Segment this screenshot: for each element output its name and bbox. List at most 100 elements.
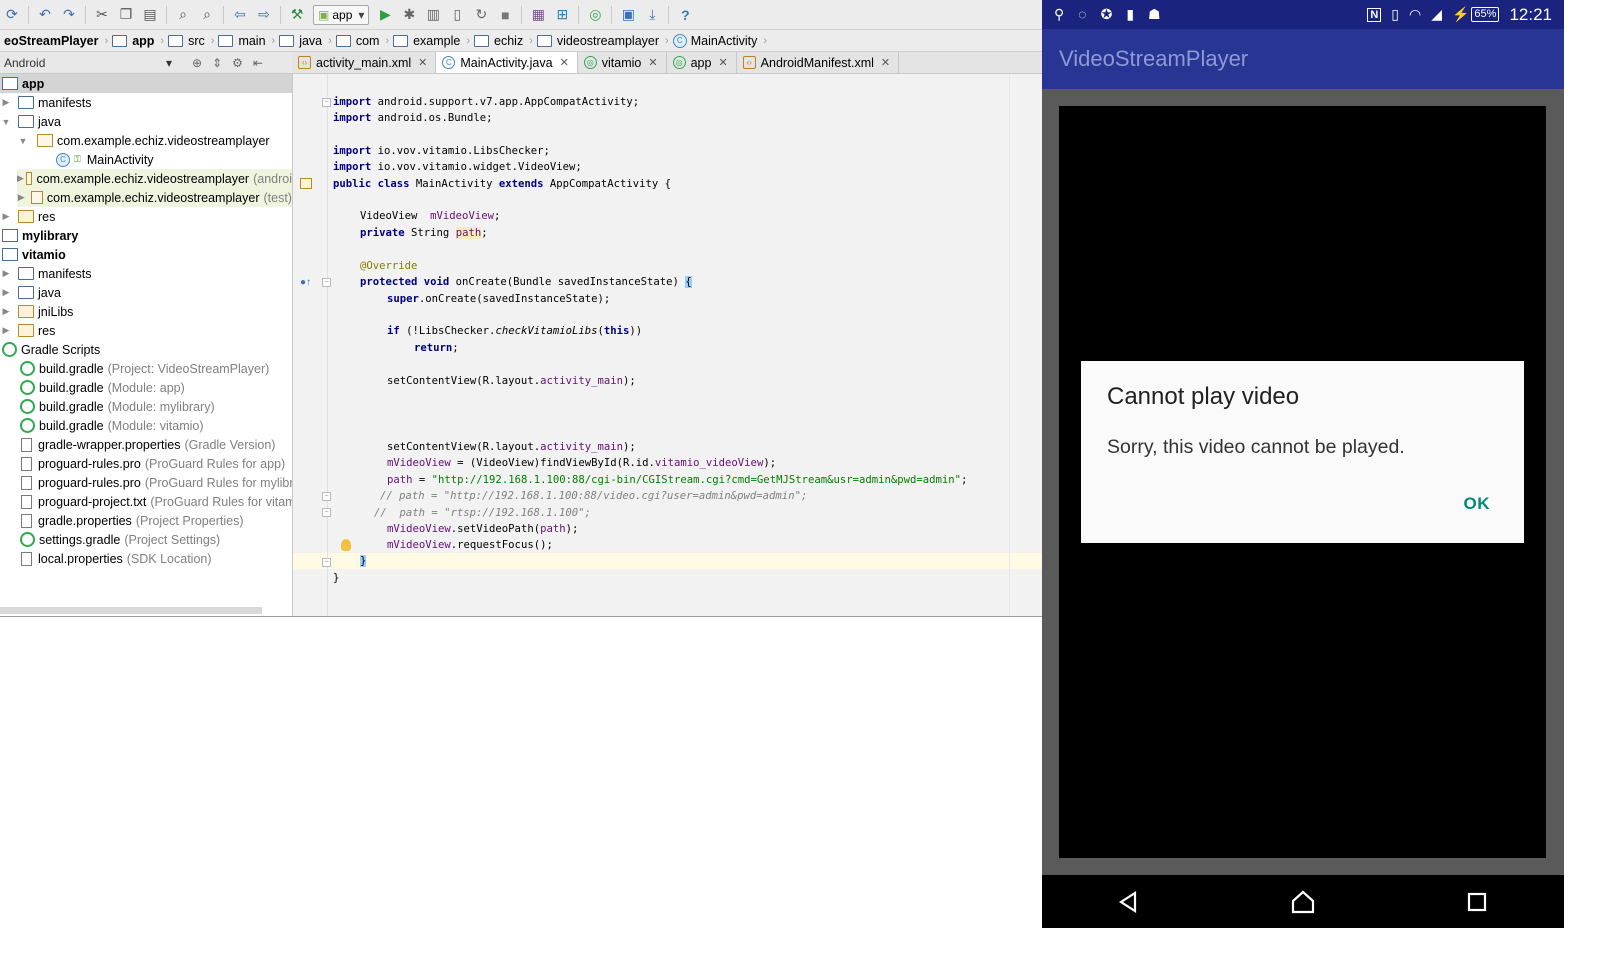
tree-item-build-gradle-project[interactable]: build.gradle (Project: VideoStreamPlayer): [20, 359, 269, 378]
tree-item-mylibrary[interactable]: mylibrary: [0, 226, 78, 245]
apply-changes-icon[interactable]: ↻: [470, 4, 492, 26]
debug-icon[interactable]: ✱: [398, 4, 420, 26]
gear-icon[interactable]: ⚙: [232, 56, 243, 70]
breadcrumb-main[interactable]: main: [214, 34, 271, 48]
chevron-right-icon[interactable]: ▶: [0, 97, 12, 108]
tree-item-package-androidtest[interactable]: ▶ com.example.echiz.videostreamplayer (and…: [17, 169, 292, 188]
breadcrumb-videostreamplayer[interactable]: videostreamplayer: [533, 34, 665, 48]
breadcrumb-mainactivity[interactable]: C MainActivity: [669, 33, 764, 48]
tree-item-app[interactable]: app: [0, 74, 292, 93]
module-icon: [2, 248, 18, 261]
code-text: ;: [961, 474, 968, 486]
project-view-selector[interactable]: Android ▾: [4, 56, 172, 70]
horizontal-scrollbar[interactable]: [0, 607, 262, 614]
code-text: ;: [452, 342, 459, 354]
chevron-right-icon[interactable]: ▶: [0, 287, 12, 298]
back-icon[interactable]: [1114, 887, 1144, 917]
tree-item-local-properties[interactable]: local.properties (SDK Location): [21, 549, 212, 568]
run-configuration-dropdown[interactable]: ▣ app ▾: [313, 4, 370, 25]
chevron-right-icon[interactable]: ▶: [0, 306, 12, 317]
back-icon[interactable]: ⇦: [229, 4, 251, 26]
close-icon[interactable]: ✕: [560, 56, 569, 69]
chevron-down-icon[interactable]: ▼: [0, 117, 12, 127]
tree-item-settings-gradle[interactable]: settings.gradle (Project Settings): [20, 530, 220, 549]
paste-icon[interactable]: ▤: [139, 4, 161, 26]
breadcrumb-project[interactable]: eoStreamPlayer: [0, 34, 105, 48]
tree-item-vitamio[interactable]: vitamio: [0, 245, 66, 264]
tab-vitamio[interactable]: ◎ vitamio ✕: [578, 52, 667, 73]
tree-item-package-test[interactable]: ▶ com.example.echiz.videostreamplayer (tes…: [17, 188, 292, 207]
chevron-right-icon[interactable]: ▶: [17, 173, 24, 184]
tree-item-gradle-properties[interactable]: gradle.properties (Project Properties): [21, 511, 244, 530]
tree-item-package-main[interactable]: ▼ com.example.echiz.videostreamplayer: [17, 131, 270, 150]
chevron-right-icon[interactable]: ▶: [0, 268, 12, 279]
replace-icon[interactable]: ⌕: [196, 4, 218, 26]
tree-item-build-gradle-vitamio[interactable]: build.gradle (Module: vitamio): [20, 416, 204, 435]
forward-icon[interactable]: ⇨: [253, 4, 275, 26]
breadcrumb-com[interactable]: com: [332, 34, 386, 48]
tree-item-hint: (Module: app): [107, 380, 185, 395]
find-icon[interactable]: ⌕: [172, 4, 194, 26]
folder-icon: [18, 267, 34, 280]
close-icon[interactable]: ✕: [418, 56, 427, 69]
breadcrumb-example[interactable]: example: [389, 34, 466, 48]
breadcrumb-src[interactable]: src: [164, 34, 211, 48]
chevron-right-icon[interactable]: ▶: [0, 211, 12, 222]
tree-item-jnilibs[interactable]: ▶ jniLibs: [0, 302, 74, 321]
tree-item-manifests[interactable]: ▶ manifests: [0, 93, 92, 112]
breadcrumb-java[interactable]: java: [275, 34, 328, 48]
ok-button[interactable]: OK: [1464, 494, 1491, 514]
tree-item-mainactivity[interactable]: C ⚿ MainActivity: [56, 150, 154, 169]
override-marker-icon[interactable]: ●↑: [300, 277, 311, 288]
download-icon[interactable]: ⤓: [641, 4, 663, 26]
collapse-all-icon[interactable]: ⇕: [212, 56, 222, 70]
undo-icon[interactable]: ↶: [34, 4, 56, 26]
tab-activity-main-xml[interactable]: ‹› activity_main.xml ✕: [292, 52, 437, 73]
make-project-icon[interactable]: ⚒: [286, 4, 308, 26]
code-text: AppCompatActivity {: [543, 178, 672, 190]
tab-app[interactable]: ◎ app ✕: [667, 52, 737, 73]
tree-item-label: proguard-project.txt: [38, 494, 147, 509]
copy-icon[interactable]: ❐: [115, 4, 137, 26]
tab-mainactivity-java[interactable]: C MainActivity.java ✕: [436, 52, 578, 73]
tree-item-java[interactable]: ▼ java: [0, 112, 61, 131]
tree-item-vitamio-manifests[interactable]: ▶ manifests: [0, 264, 92, 283]
tree-item-res[interactable]: ▶ res: [0, 207, 56, 226]
chevron-down-icon[interactable]: ▼: [17, 136, 29, 146]
hide-panel-icon[interactable]: ⇤: [253, 56, 263, 70]
breadcrumb-echiz[interactable]: echiz: [470, 34, 529, 48]
sdk-manager-icon[interactable]: ⊞: [551, 4, 573, 26]
run-icon[interactable]: ▶: [374, 4, 396, 26]
redo-icon[interactable]: ↷: [58, 4, 80, 26]
tree-item-vitamio-res[interactable]: ▶ res: [0, 321, 56, 340]
tab-androidmanifest-xml[interactable]: ‹› AndroidManifest.xml ✕: [737, 52, 900, 73]
gradle-sync-icon[interactable]: ◎: [584, 4, 606, 26]
toolbar-separator: [85, 5, 86, 24]
breadcrumb-app[interactable]: app: [108, 34, 160, 48]
recents-icon[interactable]: [1462, 887, 1492, 917]
project-structure-icon[interactable]: ▣: [617, 4, 639, 26]
avd-manager-icon[interactable]: ▦: [527, 4, 549, 26]
scroll-from-source-icon[interactable]: ⊕: [192, 56, 202, 70]
tree-item-gradle-scripts[interactable]: Gradle Scripts: [0, 340, 100, 359]
close-icon[interactable]: ✕: [648, 56, 657, 69]
cut-icon[interactable]: ✂: [91, 4, 113, 26]
tree-item-build-gradle-app[interactable]: build.gradle (Module: app): [20, 378, 185, 397]
tree-item-proguard-app[interactable]: proguard-rules.pro (ProGuard Rules for ap…: [21, 454, 285, 473]
close-icon[interactable]: ✕: [881, 56, 890, 69]
help-icon[interactable]: ?: [674, 4, 696, 26]
tree-item-proguard-mylibrary[interactable]: proguard-rules.pro (ProGuard Rules for my…: [21, 473, 292, 492]
tree-item-build-gradle-mylibrary[interactable]: build.gradle (Module: mylibrary): [20, 397, 215, 416]
home-icon[interactable]: [1288, 887, 1318, 917]
stop-icon[interactable]: ■: [494, 4, 516, 26]
close-icon[interactable]: ✕: [718, 56, 727, 69]
tree-item-gradle-wrapper-properties[interactable]: gradle-wrapper.properties (Gradle Version…: [21, 435, 275, 454]
sync-icon[interactable]: ⟳: [1, 4, 23, 26]
tree-item-vitamio-java[interactable]: ▶ java: [0, 283, 61, 302]
chevron-right-icon[interactable]: ▶: [17, 192, 25, 203]
chevron-right-icon[interactable]: ▶: [0, 325, 12, 336]
profile-icon[interactable]: ▥: [422, 4, 444, 26]
code-editor[interactable]: import android.support.v7.app.AppCompatA…: [328, 74, 1042, 616]
tree-item-proguard-vitamio[interactable]: proguard-project.txt (ProGuard Rules for …: [21, 492, 292, 511]
attach-debugger-icon[interactable]: ▯: [446, 4, 468, 26]
